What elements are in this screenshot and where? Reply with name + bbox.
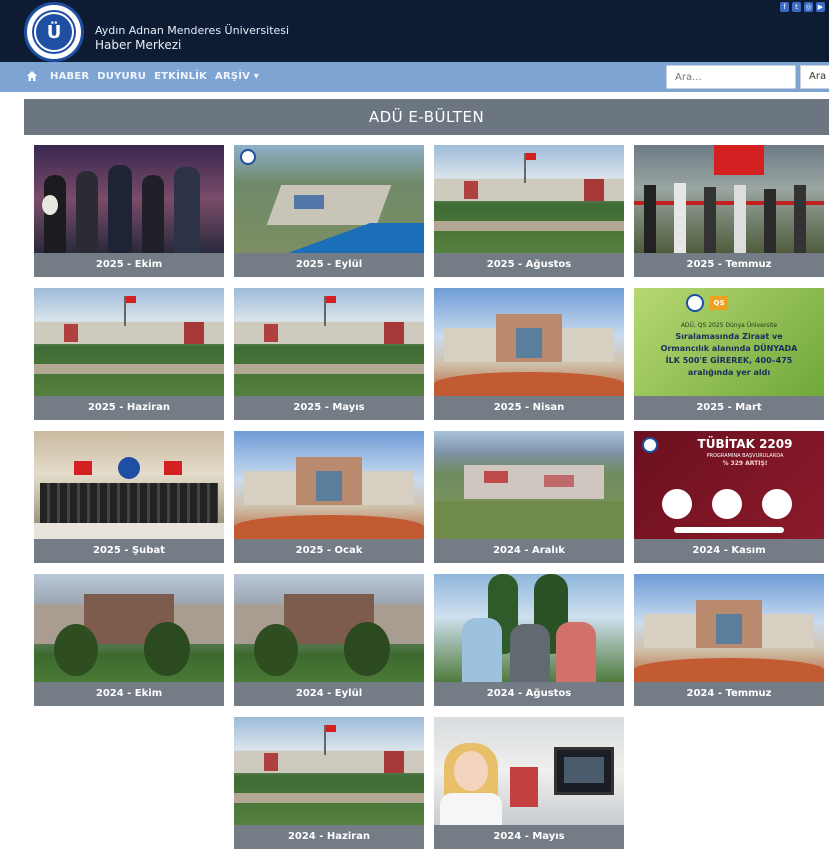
university-name: Aydın Adnan Menderes Üniversitesi <box>95 24 290 37</box>
site-name: Haber Merkezi <box>95 38 182 52</box>
qs-line-4: İLK 500'E GİREREK, 400–475 <box>665 356 793 365</box>
bulletin-card[interactable]: 2024 - Haziran <box>234 717 424 849</box>
bulletin-thumbnail[interactable] <box>434 574 624 682</box>
bulletin-thumbnail[interactable] <box>434 717 624 825</box>
bulletin-label[interactable]: 2025 - Temmuz <box>634 253 824 277</box>
bulletin-label[interactable]: 2025 - Eylül <box>234 253 424 277</box>
bulletin-thumbnail[interactable] <box>234 145 424 253</box>
bulletin-card[interactable]: 2025 - Mayıs <box>234 288 424 420</box>
nav-item-haber[interactable]: HABER <box>50 71 89 82</box>
bulletin-thumbnail[interactable] <box>434 288 624 396</box>
bulletin-card[interactable]: 2025 - Temmuz <box>634 145 824 277</box>
bulletin-card[interactable]: QS ADÜ, QS 2025 Dünya Üniversite Sıralam… <box>634 288 824 420</box>
bulletin-thumbnail[interactable] <box>234 574 424 682</box>
bulletin-label[interactable]: 2024 - Kasım <box>634 539 824 563</box>
bulletin-thumbnail[interactable] <box>34 145 224 253</box>
top-strip: f t ◎ ▶ <box>0 0 829 15</box>
nav-menu: HABER DUYURU ETKİNLİK ARŞİV ▾ <box>50 71 259 82</box>
bulletin-card[interactable]: 2024 - Ağustos <box>434 574 624 706</box>
bulletin-thumbnail[interactable]: QS ADÜ, QS 2025 Dünya Üniversite Sıralam… <box>634 288 824 396</box>
bulletin-card[interactable]: 2024 - Temmuz <box>634 574 824 706</box>
bulletin-label[interactable]: 2025 - Haziran <box>34 396 224 420</box>
site-header: Ü Aydın Adnan Menderes Üniversitesi Habe… <box>0 2 829 62</box>
bulletin-card[interactable]: 2025 - Eylül <box>234 145 424 277</box>
bulletin-label[interactable]: 2025 - Ocak <box>234 539 424 563</box>
bulletin-thumbnail[interactable]: TÜBİTAK 2209 PROGRAMINA BAŞVURULARDA % 3… <box>634 431 824 539</box>
bulletin-thumbnail[interactable] <box>634 145 824 253</box>
tubitak-sub-1: PROGRAMINA BAŞVURULARDA <box>706 453 784 459</box>
logo-emblem: Ü <box>34 12 74 52</box>
nav-item-duyuru[interactable]: DUYURU <box>97 71 146 82</box>
bulletin-label[interactable]: 2024 - Mayıs <box>434 825 624 849</box>
bulletin-label[interactable]: 2024 - Aralık <box>434 539 624 563</box>
qs-line-3: Ormancılık alanında DÜNYADA <box>660 344 798 353</box>
bulletin-card[interactable]: 2024 - Ekim <box>34 574 224 706</box>
bulletin-card[interactable]: 2024 - Eylül <box>234 574 424 706</box>
qs-line-1: ADÜ, QS 2025 Dünya Üniversite <box>680 322 778 329</box>
nav-item-arsiv[interactable]: ARŞİV ▾ <box>215 71 259 82</box>
qs-line-2: Sıralamasında Ziraat ve <box>675 332 783 341</box>
home-icon[interactable] <box>26 70 38 82</box>
bulletin-thumbnail[interactable] <box>34 574 224 682</box>
bulletin-card[interactable]: 2025 - Ocak <box>234 431 424 563</box>
bulletin-card[interactable]: 2025 - Ekim <box>34 145 224 277</box>
university-logo[interactable]: Ü <box>24 2 84 62</box>
tubitak-sub-2: % 329 ARTIŞ! <box>722 460 768 467</box>
qs-badge: QS <box>710 296 728 310</box>
bulletin-card[interactable]: 2025 - Şubat <box>34 431 224 563</box>
bulletin-label[interactable]: 2025 - Şubat <box>34 539 224 563</box>
bulletin-card[interactable]: 2025 - Ağustos <box>434 145 624 277</box>
bulletin-card[interactable]: TÜBİTAK 2209 PROGRAMINA BAŞVURULARDA % 3… <box>634 431 824 563</box>
bulletin-label[interactable]: 2024 - Ekim <box>34 682 224 706</box>
bulletin-label[interactable]: 2025 - Ağustos <box>434 253 624 277</box>
bulletin-thumbnail[interactable] <box>234 431 424 539</box>
bulletin-label[interactable]: 2025 - Nisan <box>434 396 624 420</box>
instagram-icon[interactable]: ◎ <box>804 2 813 12</box>
bulletin-label[interactable]: 2024 - Haziran <box>234 825 424 849</box>
bulletin-label[interactable]: 2024 - Temmuz <box>634 682 824 706</box>
bulletin-card[interactable]: 2024 - Aralık <box>434 431 624 563</box>
bulletin-label[interactable]: 2025 - Ekim <box>34 253 224 277</box>
search-input[interactable] <box>666 65 796 89</box>
bulletin-card[interactable]: 2024 - Mayıs <box>434 717 624 849</box>
qs-line-5: aralığında yer aldı <box>687 368 771 377</box>
twitter-icon[interactable]: t <box>792 2 801 12</box>
tubitak-title: TÜBİTAK 2209 <box>697 437 793 451</box>
bulletin-card[interactable]: 2025 - Haziran <box>34 288 224 420</box>
social-links: f t ◎ ▶ <box>780 2 825 12</box>
page-title: ADÜ E-BÜLTEN <box>24 99 829 135</box>
bulletin-thumbnail[interactable] <box>234 288 424 396</box>
bulletin-label[interactable]: 2024 - Eylül <box>234 682 424 706</box>
bulletin-label[interactable]: 2025 - Mayıs <box>234 396 424 420</box>
youtube-icon[interactable]: ▶ <box>816 2 825 12</box>
bulletin-card[interactable]: 2025 - Nisan <box>434 288 624 420</box>
bulletin-thumbnail[interactable] <box>34 431 224 539</box>
bulletin-thumbnail[interactable] <box>434 431 624 539</box>
bulletin-label[interactable]: 2025 - Mart <box>634 396 824 420</box>
bulletin-thumbnail[interactable] <box>434 145 624 253</box>
search-button[interactable]: Ara <box>800 65 829 89</box>
nav-item-etkinlik[interactable]: ETKİNLİK <box>154 71 207 82</box>
main-navbar: HABER DUYURU ETKİNLİK ARŞİV ▾ Ara <box>0 62 829 92</box>
bulletin-label[interactable]: 2024 - Ağustos <box>434 682 624 706</box>
bulletin-thumbnail[interactable] <box>234 717 424 825</box>
bulletin-thumbnail[interactable] <box>634 574 824 682</box>
bulletin-thumbnail[interactable] <box>34 288 224 396</box>
facebook-icon[interactable]: f <box>780 2 789 12</box>
